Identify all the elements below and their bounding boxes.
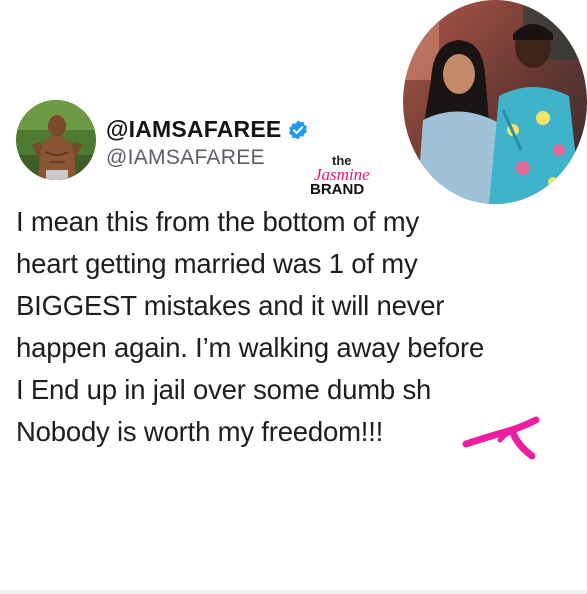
handle[interactable]: @IAMSAFAREE — [106, 146, 265, 170]
tweet-text: I mean this from the bottom of my heart … — [16, 201, 581, 453]
watermark-line3: BRAND — [310, 181, 364, 197]
tweet-line: heart getting married was 1 of my — [16, 248, 418, 279]
tweet-line: BIGGEST mistakes and it will never — [16, 290, 445, 321]
avatar-image — [16, 100, 96, 180]
display-name[interactable]: @IAMSAFAREE — [106, 116, 281, 143]
tweet-line: I End up in jail over some dumb sh — [16, 374, 432, 405]
tweet-line: happen again. I’m walking away before — [16, 332, 485, 363]
verified-badge-icon — [287, 119, 309, 141]
couple-photo — [403, 0, 587, 204]
watermark-logo: the Jasmine BRAND — [298, 151, 388, 198]
tweet-line: Nobody is worth my freedom!!! — [16, 416, 384, 447]
display-name-row[interactable]: @IAMSAFAREE — [106, 116, 309, 143]
divider — [0, 590, 587, 594]
avatar[interactable] — [16, 100, 96, 180]
tweet-line: I mean this from the bottom of my — [16, 206, 419, 237]
